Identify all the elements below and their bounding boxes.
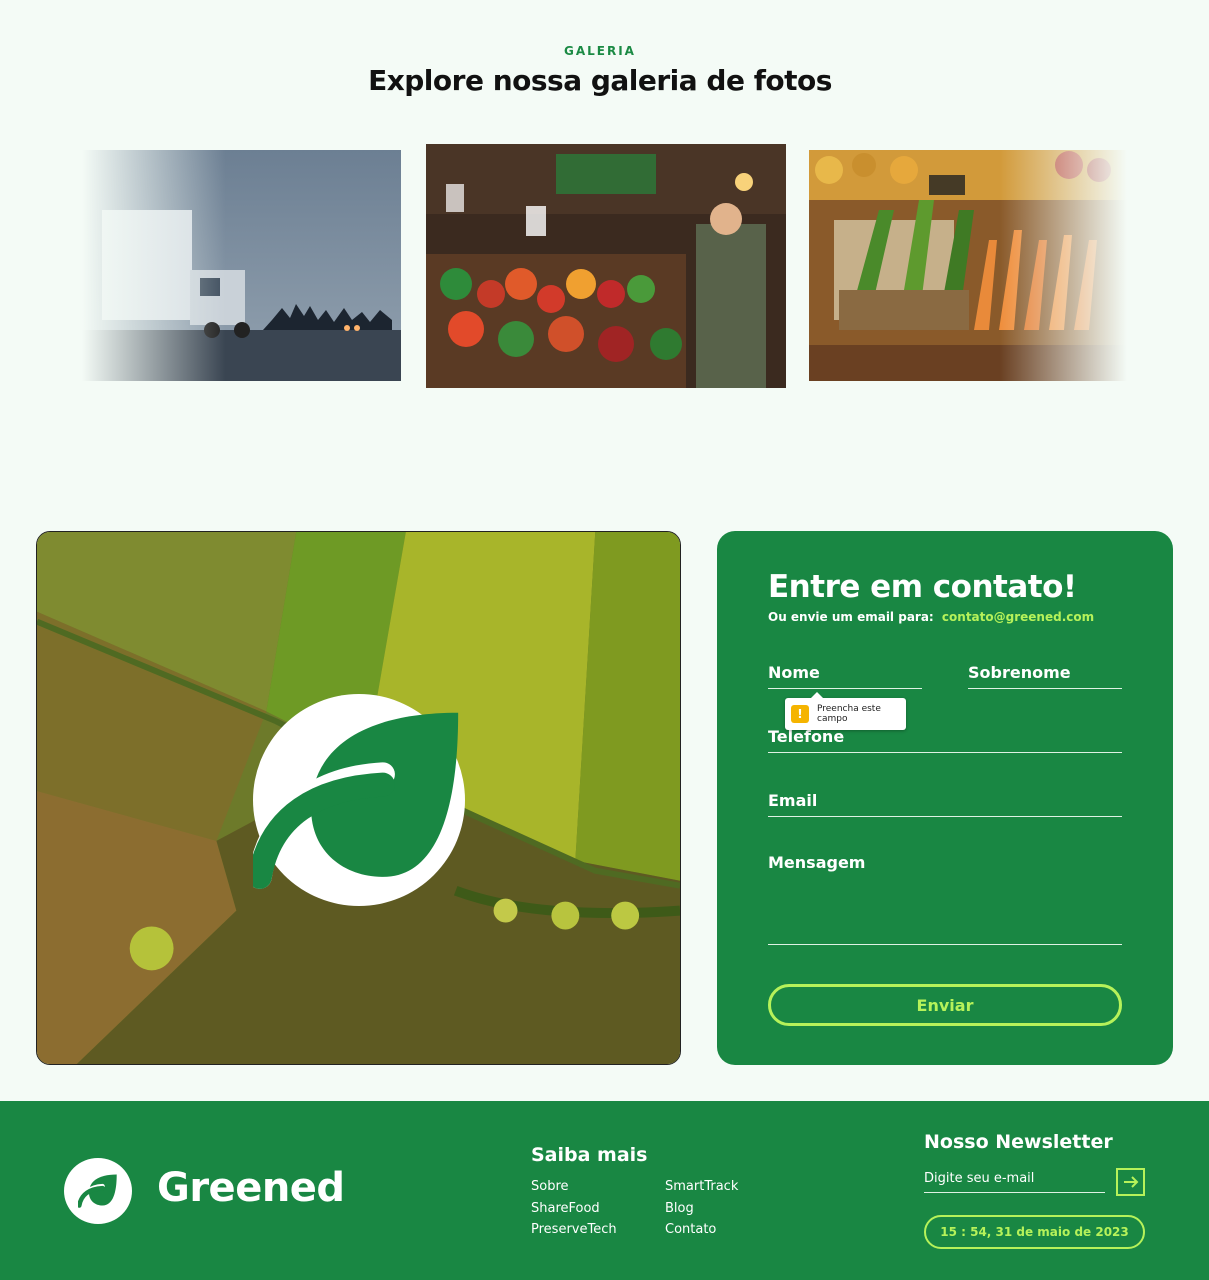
greened-logo-circle [253,694,465,906]
warning-icon: ! [791,705,809,723]
newsletter-submit-button[interactable] [1116,1168,1145,1196]
saiba-mais-heading: Saiba mais [531,1144,648,1166]
gallery-title: Explore nossa galeria de fotos [368,64,832,97]
gallery-eyebrow: GALERIA [564,44,636,58]
footer-link-sobre[interactable]: Sobre [531,1179,569,1194]
contact-subtitle-text: Ou envie um email para: [768,610,934,624]
footer: Greened Saiba mais Sobre ShareFood Prese… [0,1101,1209,1280]
arrow-right-icon [1123,1176,1138,1188]
footer-brand-name: Greened [157,1165,345,1211]
newsletter-heading: Nosso Newsletter [924,1131,1113,1153]
newsletter-email-input[interactable]: Digite seu e-mail [924,1169,1105,1193]
footer-link-blog[interactable]: Blog [665,1201,694,1216]
first-name-label: Nome [768,663,820,682]
contact-title: Entre em contato! [768,569,1077,605]
message-field[interactable]: Mensagem [768,853,1122,945]
gallery-photo-vegetables[interactable] [809,150,1127,381]
gallery-photo-market[interactable] [426,144,786,388]
last-name-field[interactable]: Sobrenome [968,661,1122,689]
footer-link-sharefood[interactable]: ShareFood [531,1201,600,1216]
gallery-photo-truck[interactable] [82,150,401,381]
field-aerial-image [36,531,681,1065]
email-field[interactable]: Email [768,789,1122,817]
last-name-label: Sobrenome [968,663,1071,682]
message-label: Mensagem [768,853,866,872]
footer-link-preservetech[interactable]: PreserveTech [531,1222,617,1237]
footer-link-smarttrack[interactable]: SmartTrack [665,1179,738,1194]
leaf-icon [78,1174,117,1208]
send-button[interactable]: Enviar [768,984,1122,1026]
footer-link-contato[interactable]: Contato [665,1222,716,1237]
contact-subtitle: Ou envie um email para: contato@greened.… [768,610,1094,624]
newsletter-placeholder: Digite seu e-mail [924,1171,1035,1186]
first-name-field[interactable]: Nome [768,661,922,689]
contact-email-link[interactable]: contato@greened.com [942,610,1094,624]
date-time-badge: 15 : 54, 31 de maio de 2023 [924,1215,1145,1249]
validation-tooltip-text: Preencha este campo [817,704,881,724]
contact-form-card: Entre em contato! Ou envie um email para… [717,531,1173,1065]
email-label: Email [768,791,818,810]
validation-tooltip: ! Preencha este campo [785,692,906,730]
leaf-icon [253,712,459,889]
footer-logo[interactable] [64,1158,132,1224]
